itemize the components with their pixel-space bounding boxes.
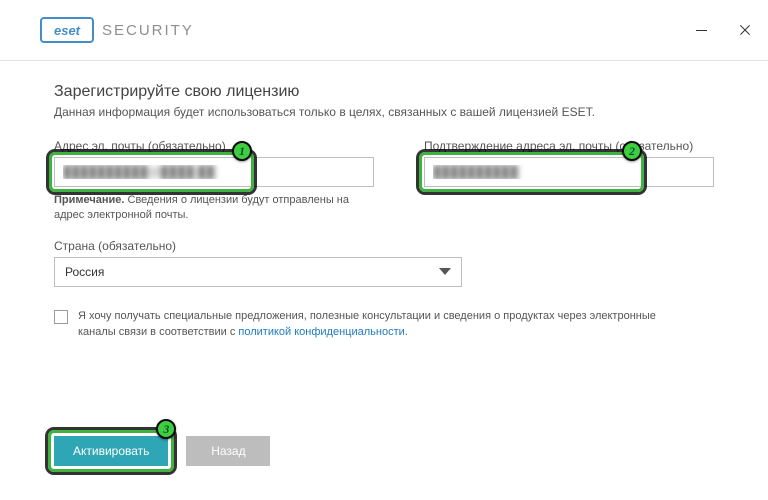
product-name: SECURITY — [102, 22, 194, 39]
page-subtitle: Данная информация будет использоваться т… — [54, 105, 724, 119]
back-button[interactable]: Назад — [186, 436, 270, 466]
chevron-down-icon — [439, 268, 451, 275]
confirm-email-label: Подтверждение адреса эл. почты (обязател… — [424, 139, 714, 153]
consent-text: Я хочу получать специальные предложения,… — [78, 309, 694, 341]
privacy-policy-link[interactable]: политикой конфиденциальности — [238, 326, 404, 338]
country-value: Россия — [65, 265, 104, 279]
eset-logo: eset — [40, 17, 94, 43]
minimize-icon[interactable] — [692, 21, 710, 39]
confirm-email-input[interactable] — [424, 157, 714, 187]
country-label: Страна (обязательно) — [54, 239, 724, 253]
email-note: Примечание. Сведения о лицензии будут от… — [54, 193, 374, 223]
country-select[interactable]: Россия — [54, 257, 462, 287]
activate-button[interactable]: Активировать — [54, 436, 168, 466]
brand-block: eset SECURITY — [40, 17, 194, 43]
consent-checkbox[interactable] — [54, 310, 68, 324]
close-icon[interactable] — [736, 21, 754, 39]
email-label: Адрес эл. почты (обязательно) — [54, 139, 374, 153]
email-input[interactable] — [54, 157, 374, 187]
page-title: Зарегистрируйте свою лицензию — [54, 83, 724, 101]
